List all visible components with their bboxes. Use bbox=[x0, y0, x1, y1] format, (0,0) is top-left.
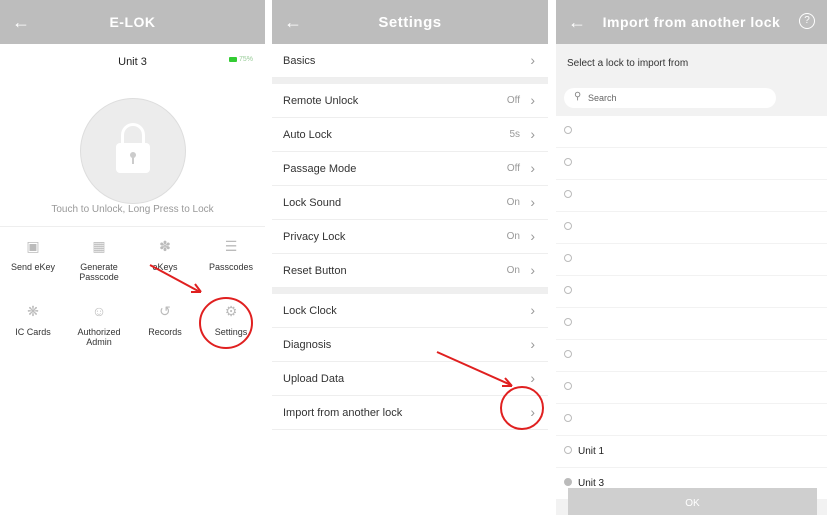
list-item[interactable] bbox=[556, 244, 827, 276]
radio-button[interactable] bbox=[564, 446, 572, 454]
setting-privacy-lock[interactable]: Privacy Lock On › bbox=[272, 220, 548, 254]
battery-level: 75% bbox=[238, 56, 253, 63]
admin-icon: ☺ bbox=[91, 303, 107, 319]
top-bar: ← Settings bbox=[272, 0, 548, 44]
setting-basics[interactable]: Basics › bbox=[272, 44, 548, 78]
grid-label: Send eKey bbox=[10, 262, 56, 272]
radio-button[interactable] bbox=[564, 414, 572, 422]
top-bar: ← Import from another lock ? bbox=[556, 0, 827, 44]
unlock-hint: Touch to Unlock, Long Press to Lock bbox=[51, 204, 214, 215]
radio-button[interactable] bbox=[564, 190, 572, 198]
setting-remote-unlock[interactable]: Remote Unlock Off › bbox=[272, 84, 548, 118]
keypad-icon: ▦ bbox=[92, 238, 106, 254]
setting-reset-button[interactable]: Reset Button On › bbox=[272, 254, 548, 288]
list-item[interactable] bbox=[556, 180, 827, 212]
grid-label: IC Cards bbox=[15, 327, 51, 337]
list-item[interactable] bbox=[556, 340, 827, 372]
list-item[interactable] bbox=[556, 212, 827, 244]
battery-indicator: 75% bbox=[228, 56, 253, 63]
page-title: Settings bbox=[378, 14, 442, 31]
list-item[interactable]: Unit 1 bbox=[556, 436, 827, 468]
setting-import-from-another-lock[interactable]: Import from another lock › bbox=[272, 396, 548, 430]
chevron-right-icon: › bbox=[530, 228, 535, 244]
chevron-right-icon: › bbox=[530, 404, 535, 420]
grid-label: Records bbox=[148, 327, 182, 337]
settings-button[interactable]: ⚙ Settings bbox=[198, 303, 264, 347]
divider bbox=[0, 226, 265, 227]
card-icon: ❋ bbox=[27, 303, 39, 319]
page-title: Import from another lock bbox=[602, 14, 781, 30]
radio-button[interactable] bbox=[564, 318, 572, 326]
unlock-button[interactable] bbox=[80, 98, 186, 204]
chevron-right-icon: › bbox=[530, 336, 535, 352]
list-item[interactable] bbox=[556, 308, 827, 340]
setting-passage-mode[interactable]: Passage Mode Off › bbox=[272, 152, 548, 186]
passcodes-button[interactable]: ☰ Passcodes bbox=[198, 238, 264, 282]
setting-upload-data[interactable]: Upload Data › bbox=[272, 362, 548, 396]
radio-button[interactable] bbox=[564, 478, 572, 486]
top-bar: ← E-LOK bbox=[0, 0, 265, 44]
feature-grid-row1: ▣ Send eKey ▦ Generate Passcode ✽ eKeys … bbox=[0, 238, 265, 282]
records-button[interactable]: ↺ Records bbox=[132, 303, 198, 347]
search-input[interactable]: ⚲ Search bbox=[564, 88, 776, 108]
chevron-right-icon: › bbox=[530, 194, 535, 210]
ok-button[interactable]: OK bbox=[568, 488, 817, 515]
back-arrow-icon[interactable]: ← bbox=[568, 12, 586, 33]
generate-passcode-button[interactable]: ▦ Generate Passcode bbox=[66, 238, 132, 282]
gear-icon: ⚙ bbox=[224, 303, 238, 319]
grid-label: eKeys bbox=[152, 262, 178, 272]
list-item[interactable] bbox=[556, 276, 827, 308]
chevron-right-icon: › bbox=[530, 302, 535, 318]
radio-button[interactable] bbox=[564, 382, 572, 390]
radio-button[interactable] bbox=[564, 286, 572, 294]
list-item[interactable] bbox=[556, 116, 827, 148]
list-item[interactable] bbox=[556, 148, 827, 180]
radio-button[interactable] bbox=[564, 158, 572, 166]
chevron-right-icon: › bbox=[530, 262, 535, 278]
chevron-right-icon: › bbox=[530, 52, 535, 68]
grid-label: Authorized Admin bbox=[77, 327, 121, 347]
radio-button[interactable] bbox=[564, 254, 572, 262]
lock-name: Unit 3 bbox=[118, 56, 147, 68]
setting-lock-sound[interactable]: Lock Sound On › bbox=[272, 186, 548, 220]
chevron-right-icon: › bbox=[530, 370, 535, 386]
help-icon[interactable]: ? bbox=[799, 13, 815, 29]
ekey-icon: ▣ bbox=[26, 238, 40, 254]
radio-button[interactable] bbox=[564, 222, 572, 230]
setting-auto-lock[interactable]: Auto Lock 5s › bbox=[272, 118, 548, 152]
list-item[interactable] bbox=[556, 404, 827, 436]
setting-lock-clock[interactable]: Lock Clock › bbox=[272, 294, 548, 328]
lock-name: Unit 1 bbox=[578, 446, 605, 457]
main-lock-screen: ← E-LOK Unit 3 75% Touch to Unlock, Long… bbox=[0, 0, 265, 515]
search-placeholder: Search bbox=[588, 93, 617, 103]
search-icon: ⚲ bbox=[574, 91, 582, 102]
setting-diagnosis[interactable]: Diagnosis › bbox=[272, 328, 548, 362]
settings-screen: ← Settings Basics › Remote Unlock Off › … bbox=[272, 0, 548, 515]
battery-icon bbox=[228, 57, 237, 62]
authorized-admin-button[interactable]: ☺ Authorized Admin bbox=[66, 303, 132, 347]
grid-label: Settings bbox=[214, 327, 248, 337]
grid-label: Generate Passcode bbox=[79, 262, 119, 282]
select-instruction: Select a lock to import from bbox=[567, 58, 689, 69]
settings-list: Basics › Remote Unlock Off › Auto Lock 5… bbox=[272, 44, 548, 430]
list-item[interactable] bbox=[556, 372, 827, 404]
app-title: E-LOK bbox=[109, 14, 156, 30]
lock-list: Unit 1 Unit 3 bbox=[556, 116, 827, 500]
chevron-right-icon: › bbox=[530, 160, 535, 176]
history-icon: ↺ bbox=[159, 303, 171, 319]
chevron-right-icon: › bbox=[530, 92, 535, 108]
chevron-right-icon: › bbox=[530, 126, 535, 142]
send-ekey-button[interactable]: ▣ Send eKey bbox=[0, 238, 66, 282]
radio-button[interactable] bbox=[564, 126, 572, 134]
ekeys-button[interactable]: ✽ eKeys bbox=[132, 238, 198, 282]
people-icon: ✽ bbox=[159, 238, 171, 254]
import-lock-screen: ← Import from another lock ? Select a lo… bbox=[556, 0, 827, 515]
feature-grid-row2: ❋ IC Cards ☺ Authorized Admin ↺ Records … bbox=[0, 303, 265, 347]
grid-label: Passcodes bbox=[208, 262, 254, 272]
radio-button[interactable] bbox=[564, 350, 572, 358]
list-icon: ☰ bbox=[224, 238, 238, 254]
ic-cards-button[interactable]: ❋ IC Cards bbox=[0, 303, 66, 347]
